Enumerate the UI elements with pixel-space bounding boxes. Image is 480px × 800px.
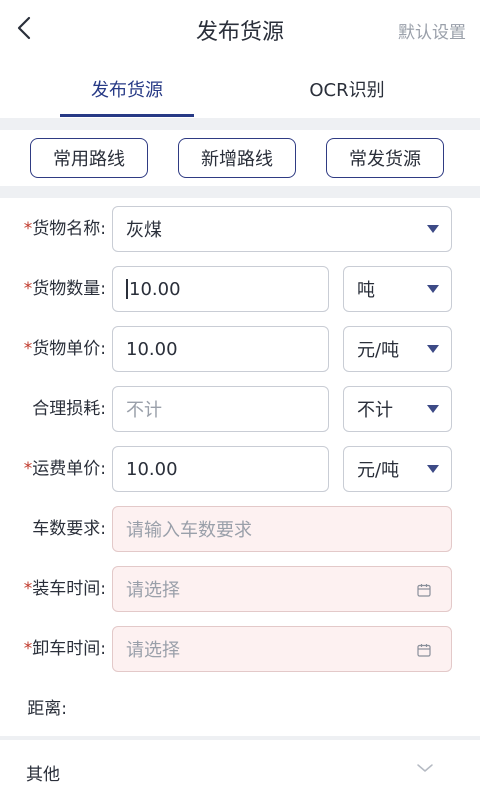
freight-price-label: *运费单价:	[23, 459, 106, 479]
calendar-icon	[417, 584, 431, 597]
required-mark: *	[23, 459, 33, 479]
default-settings-button[interactable]: 默认设置	[398, 18, 466, 43]
active-tab-indicator	[60, 114, 194, 117]
cargo-qty-value: 10.00	[129, 278, 181, 300]
dropdown-caret-icon	[427, 225, 439, 233]
freight-price-input[interactable]: 10.00	[112, 446, 329, 492]
loss-placeholder: 不计	[126, 400, 162, 421]
cargo-name-value: 灰煤	[126, 220, 162, 241]
dropdown-caret-icon	[427, 465, 439, 473]
cargo-price-label: *货物单价:	[23, 339, 106, 359]
unload-time-label: *卸车时间:	[23, 639, 106, 659]
cargo-qty-label: *货物数量:	[23, 279, 106, 299]
chevron-down-icon	[417, 764, 433, 772]
freight-price-unit: 元/吨	[357, 460, 400, 481]
freight-price-value: 10.00	[126, 458, 178, 480]
cargo-name-select[interactable]: 灰煤	[112, 206, 452, 252]
cargo-price-input[interactable]: 10.00	[112, 326, 329, 372]
required-mark: *	[23, 579, 33, 599]
required-mark: *	[23, 339, 33, 359]
other-label: 其他	[26, 765, 60, 785]
common-routes-button[interactable]: 常用路线	[30, 138, 148, 178]
cargo-qty-unit: 吨	[357, 280, 375, 301]
unload-time-placeholder: 请选择	[126, 640, 180, 661]
loss-input[interactable]: 不计	[112, 386, 329, 432]
loss-unit: 不计	[357, 400, 393, 421]
vehicle-req-input[interactable]: 请输入车数要求	[112, 506, 452, 552]
section-divider	[0, 186, 480, 198]
load-time-picker[interactable]: 请选择	[112, 566, 452, 612]
text-cursor	[126, 279, 128, 299]
loss-label: 合理损耗:	[32, 399, 106, 419]
vehicle-req-placeholder: 请输入车数要求	[126, 520, 252, 541]
vehicle-req-label: 车数要求:	[32, 519, 106, 539]
dropdown-caret-icon	[427, 405, 439, 413]
dropdown-caret-icon	[427, 285, 439, 293]
cargo-qty-input[interactable]: 10.00	[112, 266, 329, 312]
loss-unit-select[interactable]: 不计	[343, 386, 452, 432]
tab-bar: 发布货源 OCR识别	[0, 58, 480, 118]
distance-label: 距离:	[27, 699, 67, 719]
load-time-placeholder: 请选择	[126, 580, 180, 601]
dropdown-caret-icon	[427, 345, 439, 353]
section-divider	[0, 118, 480, 130]
tab-publish-cargo[interactable]: 发布货源	[60, 76, 194, 102]
unload-time-picker[interactable]: 请选择	[112, 626, 452, 672]
required-mark: *	[23, 279, 33, 299]
required-mark: *	[23, 219, 33, 239]
cargo-price-unit-select[interactable]: 元/吨	[343, 326, 452, 372]
cargo-price-value: 10.00	[126, 338, 178, 360]
add-route-button[interactable]: 新增路线	[178, 138, 296, 178]
tab-ocr[interactable]: OCR识别	[280, 76, 414, 102]
cargo-qty-unit-select[interactable]: 吨	[343, 266, 452, 312]
calendar-icon	[417, 644, 431, 657]
freight-price-unit-select[interactable]: 元/吨	[343, 446, 452, 492]
cargo-name-label: *货物名称:	[23, 219, 106, 239]
app-header: 发布货源 默认设置	[0, 0, 480, 58]
frequent-cargo-button[interactable]: 常发货源	[326, 138, 444, 178]
load-time-label: *装车时间:	[23, 579, 106, 599]
cargo-price-unit: 元/吨	[357, 340, 400, 361]
other-section-toggle[interactable]: 其他	[0, 740, 480, 800]
required-mark: *	[23, 639, 33, 659]
